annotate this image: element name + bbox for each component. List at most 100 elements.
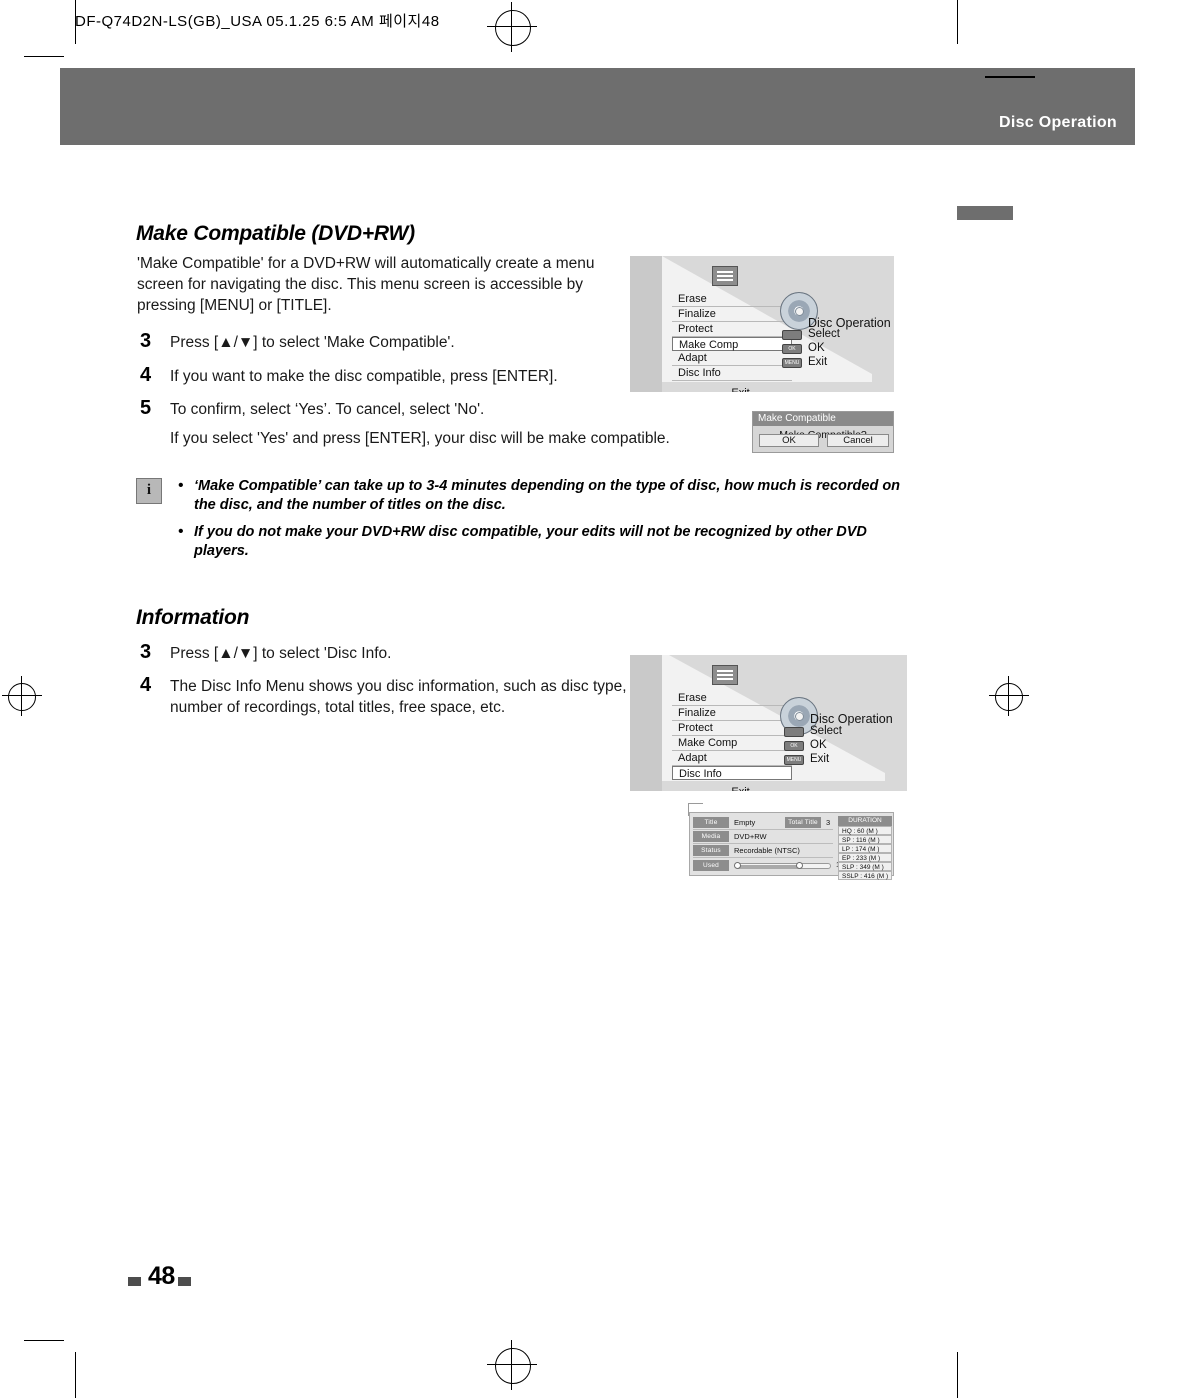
note-item-2: If you do not make your DVD+RW disc comp…	[178, 522, 906, 561]
disc-info-label-title: Title	[693, 817, 729, 828]
footer-mark-left	[128, 1277, 141, 1286]
section-tab-mark	[957, 206, 1013, 220]
osd-menu-list-2: Erase Finalize Protect Make Comp Adapt D…	[672, 691, 792, 791]
disc-used-knob-left	[734, 862, 741, 869]
crop-mark-bottom-left-v	[75, 1352, 76, 1398]
osd-menu-item-erase-1[interactable]: Erase	[672, 292, 792, 307]
osd-menu-grid-icon-1	[717, 271, 733, 282]
osd-menu-item-adapt-1[interactable]: Adapt	[672, 351, 792, 366]
page-header-band: Disc Operation	[60, 68, 1135, 141]
osd-legend-title-2: Disc Operation	[810, 712, 893, 726]
osd-menu-item-protect-1[interactable]: Protect	[672, 322, 792, 337]
osd-left-bar-1	[630, 256, 662, 392]
osd-menu-item-finalize-1[interactable]: Finalize	[672, 307, 792, 322]
osd-key-exit-1: Exit	[808, 356, 828, 368]
osd-menu-item-make-comp-2[interactable]: Make Comp	[672, 736, 792, 751]
make-compatible-dialog: Make Compatible Make Compatible? OK Canc…	[752, 411, 894, 453]
step-text-4a: If you want to make the disc compatible,…	[170, 368, 558, 385]
disc-info-value-media: DVD+RW	[734, 832, 767, 841]
print-slug: DF-Q74D2N-LS(GB)_USA 05.1.25 6:5 AM 페이지4…	[75, 13, 440, 30]
osd-key-ok-2: OK	[810, 739, 827, 751]
osd-key-badge-menu-1: MENU	[782, 358, 802, 368]
step-number-4a: 4	[140, 364, 152, 386]
registration-cross-right-v	[1008, 676, 1009, 716]
registration-mark-bottom	[495, 1348, 531, 1384]
registration-cross-bottom-h	[487, 1364, 537, 1365]
disc-info-corner-mark	[688, 803, 703, 816]
dialog-cancel-button[interactable]: Cancel	[827, 434, 889, 447]
disc-info-rule-2	[693, 843, 833, 844]
osd-key-badge-menu-2: MENU	[784, 755, 804, 765]
registration-cross-bottom-v	[511, 1340, 512, 1390]
disc-info-value-title: Empty	[734, 818, 756, 827]
note-item-1: ‘Make Compatible’ can take up to 3-4 min…	[178, 476, 906, 515]
osd-key-select-1: Select	[808, 328, 840, 340]
crop-mark-left-h-bottom	[24, 1340, 64, 1341]
corner-dash-mark	[985, 76, 1035, 78]
registration-mark-left	[8, 683, 36, 711]
osd-key-select-2: Select	[810, 725, 842, 737]
osd-menu-item-make-comp-1[interactable]: Make Comp	[672, 337, 792, 351]
registration-cross-left-h	[2, 695, 42, 696]
crop-mark-left-h-top	[24, 56, 64, 57]
dialog-title: Make Compatible	[753, 412, 893, 426]
step-text-5a: To confirm, select ‘Yes’. To cancel, sel…	[170, 401, 485, 418]
osd-exit-arrow-icon-1: ←	[714, 387, 731, 392]
disc-used-progress-fill	[738, 865, 800, 869]
registration-mark-top	[495, 10, 531, 46]
section-heading-make-compatible: Make Compatible (DVD+RW)	[136, 222, 415, 245]
step-number-5a: 5	[140, 397, 152, 419]
disc-info-value-status: Recordable (NTSC)	[734, 846, 800, 855]
disc-info-duration-sslp: SSLP : 416 (M )	[838, 871, 892, 880]
disc-info-label-total-title: Total Title	[785, 817, 821, 828]
note-list: ‘Make Compatible’ can take up to 3-4 min…	[178, 476, 906, 569]
disc-info-panel: Title Empty Total Title 3 Media DVD+RW S…	[688, 803, 894, 880]
page-title: Disc Operation	[998, 114, 1117, 131]
disc-info-duration-sp: SP : 116 (M )	[838, 835, 892, 844]
disc-info-label-media: Media	[693, 831, 729, 842]
osd-menu-item-protect-2[interactable]: Protect	[672, 721, 792, 736]
disc-info-rule-3	[693, 857, 833, 858]
osd-menu-item-adapt-2[interactable]: Adapt	[672, 751, 792, 766]
note-info-icon-glyph: i	[146, 482, 152, 498]
registration-mark-right	[995, 683, 1023, 711]
osd-menu-exit-2[interactable]: ← Exit	[672, 785, 792, 791]
header-rule	[60, 141, 1135, 145]
osd-exit-label-1: Exit	[731, 387, 749, 392]
registration-cross-right-h	[989, 695, 1029, 696]
osd-menu-item-disc-info-2[interactable]: Disc Info	[672, 766, 792, 780]
osd-menu-item-finalize-2[interactable]: Finalize	[672, 706, 792, 721]
disc-info-label-status: Status	[693, 845, 729, 856]
registration-cross-top-v	[511, 2, 512, 52]
crop-mark-top-right-v	[957, 0, 958, 44]
dialog-ok-button[interactable]: OK	[759, 434, 819, 447]
step-text-4b: The Disc Info Menu shows you disc inform…	[170, 678, 627, 716]
osd-key-badge-updown-1	[782, 330, 802, 340]
section-intro-make-compatible: 'Make Compatible' for a DVD+RW will auto…	[137, 255, 595, 314]
disc-info-rule-1	[693, 829, 833, 830]
osd-exit-label-2: Exit	[731, 786, 749, 791]
osd-menu-item-erase-2[interactable]: Erase	[672, 691, 792, 706]
osd-screenshot-make-compatible: Erase Finalize Protect Make Comp Adapt D…	[630, 256, 894, 392]
registration-cross-left-v	[21, 676, 22, 716]
registration-cross-top-h	[487, 26, 537, 27]
disc-info-duration-ep: EP : 233 (M )	[838, 853, 892, 862]
step-text-3a: Press [▲/▼] to select 'Make Compatible'.	[170, 334, 455, 351]
osd-menu-exit-1[interactable]: ← Exit	[672, 386, 792, 392]
osd-left-bar-2	[630, 655, 662, 791]
crop-mark-bottom-right-v	[957, 1352, 958, 1398]
osd-key-ok-1: OK	[808, 342, 825, 354]
step-number-3a: 3	[140, 330, 152, 352]
osd-menu-item-disc-info-1[interactable]: Disc Info	[672, 366, 792, 381]
osd-key-badge-ok-2: OK	[784, 741, 804, 751]
note-info-icon: i	[136, 478, 162, 504]
footer-page-number: 48	[148, 1262, 175, 1290]
disc-info-duration-header: DURATION	[838, 816, 892, 826]
osd-menu-list-1: Erase Finalize Protect Make Comp Adapt D…	[672, 292, 792, 392]
disc-used-knob-right	[796, 862, 803, 869]
osd-key-exit-2: Exit	[810, 753, 830, 765]
osd-menu-tab-icon-1	[712, 266, 738, 286]
disc-info-duration-hq: HQ : 60 (M )	[838, 826, 892, 835]
disc-info-value-total-title: 3	[826, 818, 831, 827]
disc-used-progress-bar	[736, 863, 831, 869]
